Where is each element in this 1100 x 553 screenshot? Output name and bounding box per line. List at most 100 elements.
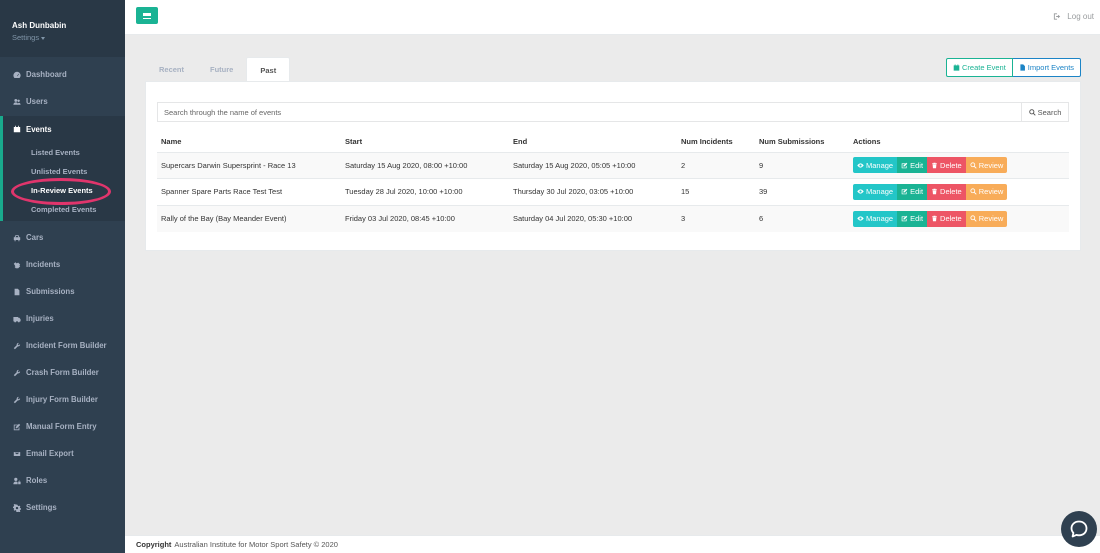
delete-button[interactable]: Delete bbox=[927, 183, 966, 200]
calendar-plus-icon bbox=[953, 64, 960, 71]
events-group: Events Listed Events Unlisted Events In-… bbox=[0, 116, 125, 221]
column-header-actions: Actions bbox=[849, 132, 1069, 153]
sidebar-item-roles[interactable]: Roles bbox=[0, 467, 125, 494]
sidebar-item-submissions[interactable]: Submissions bbox=[0, 278, 125, 305]
search-button[interactable]: Search bbox=[1021, 102, 1069, 122]
event-actions-cell: Manage Edit Delete Review bbox=[849, 204, 1069, 232]
review-button[interactable]: Review bbox=[965, 157, 1008, 174]
review-button[interactable]: Review bbox=[965, 183, 1008, 200]
create-event-button[interactable]: Create Event bbox=[946, 58, 1013, 77]
event-start-cell: Saturday 15 Aug 2020, 08:00 +10:00 bbox=[341, 151, 509, 179]
eye-icon bbox=[857, 163, 864, 168]
sidebar-subitem-completed-events[interactable]: Completed Events bbox=[31, 205, 96, 214]
sidebar-item-incident-form-builder[interactable]: Incident Form Builder bbox=[0, 332, 125, 359]
edit-button[interactable]: Edit bbox=[897, 183, 928, 200]
table-header-row: Name Start End Num Incidents Num Submiss… bbox=[157, 132, 1069, 153]
zoom-icon bbox=[970, 162, 977, 169]
sidebar-item-users[interactable]: Users bbox=[0, 88, 125, 115]
sidebar-item-manual-form-entry[interactable]: Manual Form Entry bbox=[0, 413, 125, 440]
chat-widget-button[interactable] bbox=[1061, 511, 1097, 547]
footer: Copyright Australian Institute for Motor… bbox=[125, 535, 1100, 553]
logout-link[interactable]: Log out bbox=[1053, 12, 1094, 21]
review-button[interactable]: Review bbox=[965, 210, 1008, 227]
delete-button[interactable]: Delete bbox=[927, 210, 966, 227]
trash-icon bbox=[932, 188, 937, 195]
event-submissions-cell: 6 bbox=[755, 204, 849, 232]
sidebar-subitem-listed-events[interactable]: Listed Events bbox=[31, 148, 80, 157]
sidebar-item-injuries[interactable]: Injuries bbox=[0, 305, 125, 332]
envelope-icon bbox=[12, 450, 22, 458]
menu-toggle-button[interactable] bbox=[136, 7, 158, 24]
user-settings-dropdown[interactable]: Settings bbox=[12, 33, 125, 42]
users-icon bbox=[12, 98, 22, 106]
user-lock-icon bbox=[12, 477, 22, 485]
sidebar-item-settings[interactable]: Settings bbox=[0, 494, 125, 521]
manage-button[interactable]: Manage bbox=[853, 183, 898, 200]
edit-button[interactable]: Edit bbox=[897, 210, 928, 227]
manage-button[interactable]: Manage bbox=[853, 210, 898, 227]
wrench-icon bbox=[12, 396, 22, 404]
sidebar-subitem-unlisted-events[interactable]: Unlisted Events bbox=[31, 167, 87, 176]
sidebar-item-cars[interactable]: Cars bbox=[0, 224, 125, 251]
search-bar: Search bbox=[157, 102, 1069, 122]
event-incidents-cell: 3 bbox=[677, 204, 755, 232]
event-start-cell: Tuesday 28 Jul 2020, 10:00 +10:00 bbox=[341, 178, 509, 205]
tab-future[interactable]: Future bbox=[197, 57, 246, 82]
table-row: Spanner Spare Parts Race Test Test Tuesd… bbox=[157, 178, 1069, 205]
column-header-name[interactable]: Name bbox=[157, 132, 341, 153]
event-incidents-cell: 15 bbox=[677, 178, 755, 205]
event-name-cell: Rally of the Bay (Bay Meander Event) bbox=[157, 204, 341, 232]
sidebar-item-incidents[interactable]: Incidents bbox=[0, 251, 125, 278]
event-actions-cell: Manage Edit Delete Review bbox=[849, 178, 1069, 205]
file-icon bbox=[12, 288, 22, 296]
search-input[interactable] bbox=[157, 102, 1021, 122]
sidebar-subitem-in-review-events[interactable]: In-Review Events bbox=[31, 186, 93, 195]
edit-button[interactable]: Edit bbox=[897, 157, 928, 174]
zoom-icon bbox=[970, 188, 977, 195]
table-row: Rally of the Bay (Bay Meander Event) Fri… bbox=[157, 204, 1069, 232]
sidebar-item-injury-form-builder[interactable]: Injury Form Builder bbox=[0, 386, 125, 413]
ambulance-icon bbox=[12, 315, 22, 323]
file-import-icon bbox=[1020, 64, 1025, 71]
copyright-text: Australian Institute for Motor Sport Saf… bbox=[174, 540, 338, 549]
table-row: Supercars Darwin Supersprint - Race 13 S… bbox=[157, 151, 1069, 179]
tab-past[interactable]: Past bbox=[246, 57, 291, 82]
hamburger-icon bbox=[143, 12, 151, 19]
delete-button[interactable]: Delete bbox=[927, 157, 966, 174]
eye-icon bbox=[857, 216, 864, 221]
gear-icon bbox=[12, 503, 22, 512]
event-incidents-cell: 2 bbox=[677, 151, 755, 179]
user-profile: Ash Dunbabin Settings bbox=[0, 0, 125, 57]
edit-icon bbox=[901, 188, 908, 195]
import-events-button[interactable]: Import Events bbox=[1012, 58, 1082, 77]
event-actions-cell: Manage Edit Delete Review bbox=[849, 151, 1069, 179]
zoom-icon bbox=[970, 215, 977, 222]
column-header-start[interactable]: Start bbox=[341, 132, 509, 153]
tab-recent[interactable]: Recent bbox=[146, 57, 197, 82]
trash-icon bbox=[932, 215, 937, 222]
column-header-end[interactable]: End bbox=[509, 132, 677, 153]
event-tabs: Recent Future Past bbox=[146, 57, 291, 82]
event-end-cell: Saturday 04 Jul 2020, 05:30 +10:00 bbox=[509, 204, 677, 232]
copyright-label: Copyright bbox=[136, 540, 172, 549]
sidebar-item-dashboard[interactable]: Dashboard bbox=[0, 61, 125, 88]
manage-button[interactable]: Manage bbox=[853, 157, 898, 174]
column-header-num-submissions[interactable]: Num Submissions bbox=[755, 132, 849, 153]
event-name-cell: Spanner Spare Parts Race Test Test bbox=[157, 178, 341, 205]
sidebar-item-events[interactable]: Events bbox=[0, 116, 125, 142]
edit-icon bbox=[901, 162, 908, 169]
sign-out-icon bbox=[1054, 13, 1061, 20]
event-end-cell: Thursday 30 Jul 2020, 03:05 +10:00 bbox=[509, 178, 677, 205]
sidebar-item-email-export[interactable]: Email Export bbox=[0, 440, 125, 467]
event-name-cell: Supercars Darwin Supersprint - Race 13 bbox=[157, 151, 341, 179]
search-icon bbox=[1028, 108, 1036, 116]
user-name: Ash Dunbabin bbox=[12, 21, 67, 30]
caret-down-icon bbox=[41, 36, 46, 40]
wrench-icon bbox=[12, 342, 22, 350]
car-crash-icon bbox=[12, 261, 22, 269]
event-submissions-cell: 9 bbox=[755, 151, 849, 179]
sidebar-item-crash-form-builder[interactable]: Crash Form Builder bbox=[0, 359, 125, 386]
column-header-num-incidents[interactable]: Num Incidents bbox=[677, 132, 755, 153]
trash-icon bbox=[932, 162, 937, 169]
eye-icon bbox=[857, 189, 864, 194]
